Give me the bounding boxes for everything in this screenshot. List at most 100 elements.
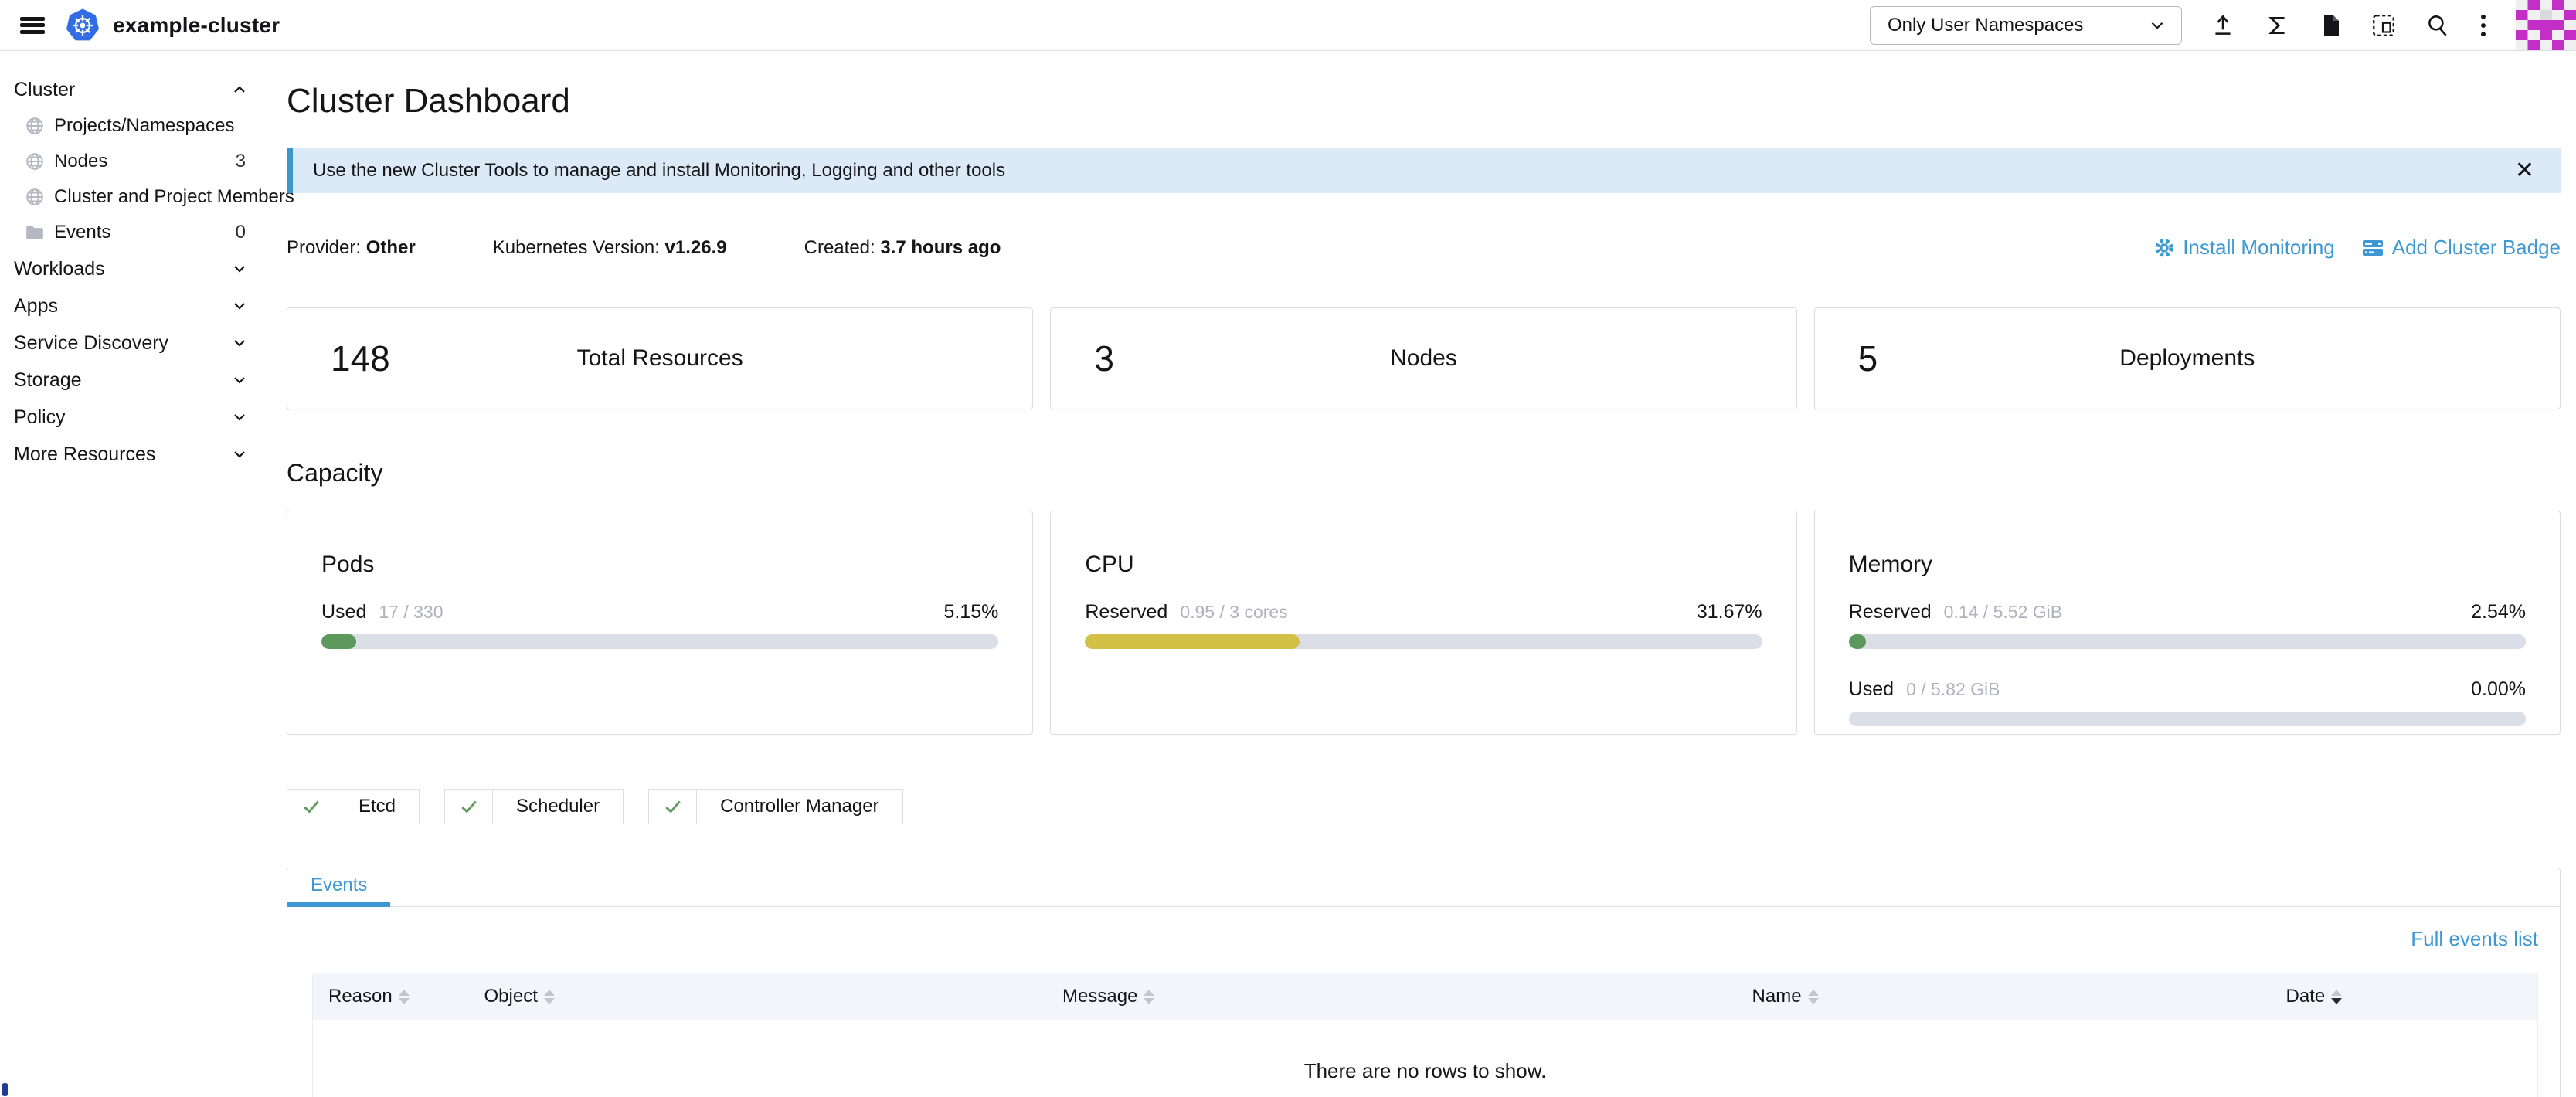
created-info: Created: 3.7 hours ago bbox=[804, 237, 1001, 259]
pods-used-detail: 17 / 330 bbox=[379, 602, 443, 623]
chevron-up-icon bbox=[230, 80, 249, 99]
globe-icon bbox=[25, 116, 45, 136]
sidebar-group-apps[interactable]: Apps bbox=[14, 287, 249, 324]
memory-used-detail: 0 / 5.82 GiB bbox=[1906, 679, 2000, 700]
chevron-down-icon bbox=[230, 297, 249, 315]
cluster-tools-banner: Use the new Cluster Tools to manage and … bbox=[287, 148, 2561, 193]
events-table: Reason Object Message Name bbox=[312, 973, 2538, 1097]
check-icon bbox=[459, 796, 479, 817]
sidebar-item-label: Events bbox=[54, 222, 236, 243]
controller-manager-label: Controller Manager bbox=[697, 790, 902, 824]
sidebar-group-label: Cluster bbox=[14, 79, 230, 101]
deployments-card: 5 Deployments bbox=[1814, 307, 2561, 409]
chevron-down-icon bbox=[230, 371, 249, 389]
sort-icon-active bbox=[2331, 990, 2342, 1004]
download-kubeconfig-icon[interactable] bbox=[2318, 12, 2343, 39]
chevron-down-icon bbox=[230, 408, 249, 426]
top-header: example-cluster Only User Namespaces bbox=[0, 0, 2576, 51]
kubectl-shell-icon[interactable] bbox=[2264, 12, 2290, 39]
memory-reserved-percent: 2.54% bbox=[2471, 601, 2526, 623]
kubernetes-version-info: Kubernetes Version: v1.26.9 bbox=[493, 237, 727, 259]
nodes-value: 3 bbox=[1094, 338, 1114, 379]
sidebar-group-more-resources[interactable]: More Resources bbox=[14, 436, 249, 473]
memory-used-label: Used bbox=[1849, 678, 1894, 701]
empty-state-text: There are no rows to show. bbox=[313, 1020, 2537, 1097]
column-header-name[interactable]: Name bbox=[1737, 973, 2271, 1020]
cpu-reserved-label: Reserved bbox=[1085, 601, 1167, 623]
total-resources-value: 148 bbox=[331, 338, 390, 379]
memory-reserved-label: Reserved bbox=[1849, 601, 1932, 623]
globe-icon bbox=[25, 151, 45, 172]
sort-icon bbox=[1808, 990, 1819, 1004]
folder-icon bbox=[25, 222, 45, 243]
add-cluster-badge-label: Add Cluster Badge bbox=[2392, 236, 2561, 260]
pods-used-label: Used bbox=[321, 601, 366, 623]
nodes-label: Nodes bbox=[1390, 345, 1457, 372]
capacity-heading: Capacity bbox=[287, 459, 2561, 487]
events-panel: Events Full events list Reason bbox=[287, 868, 2561, 1097]
close-icon[interactable]: ✕ bbox=[2509, 156, 2540, 185]
sidebar-group-workloads[interactable]: Workloads bbox=[14, 250, 249, 287]
chevron-down-icon bbox=[230, 334, 249, 352]
cluster-name-title: example-cluster bbox=[113, 13, 280, 38]
provider-info: Provider: Other bbox=[287, 237, 416, 259]
component-status-row: Etcd Scheduler Controller Manager bbox=[287, 789, 2561, 824]
total-resources-card: 148 Total Resources bbox=[287, 307, 1033, 409]
sidebar-item-events[interactable]: Events 0 bbox=[14, 215, 249, 250]
corner-indicator bbox=[2, 1083, 8, 1096]
sidebar-group-service-discovery[interactable]: Service Discovery bbox=[14, 324, 249, 362]
memory-used-percent: 0.00% bbox=[2471, 678, 2526, 701]
events-count-badge: 0 bbox=[236, 222, 249, 243]
sidebar-item-nodes[interactable]: Nodes 3 bbox=[14, 144, 249, 179]
sidebar-item-cluster-members[interactable]: Cluster and Project Members bbox=[14, 179, 249, 215]
column-header-message[interactable]: Message bbox=[1047, 973, 1736, 1020]
install-monitoring-label: Install Monitoring bbox=[2183, 236, 2335, 260]
nodes-card: 3 Nodes bbox=[1050, 307, 1796, 409]
events-table-header-row: Reason Object Message Name bbox=[313, 973, 2537, 1020]
events-tabbar: Events bbox=[287, 868, 2560, 907]
etcd-label: Etcd bbox=[335, 790, 419, 824]
kebab-menu-icon[interactable] bbox=[2479, 12, 2488, 39]
sidebar-item-label: Cluster and Project Members bbox=[54, 186, 294, 208]
sidebar-group-storage[interactable]: Storage bbox=[14, 362, 249, 399]
column-header-date[interactable]: Date bbox=[2270, 973, 2537, 1020]
full-events-list-link[interactable]: Full events list bbox=[2411, 927, 2538, 950]
sidebar-item-label: Nodes bbox=[54, 151, 236, 172]
sort-icon bbox=[544, 990, 555, 1004]
scheduler-label: Scheduler bbox=[493, 790, 623, 824]
install-monitoring-link[interactable]: Install Monitoring bbox=[2153, 236, 2335, 260]
sidebar-group-policy[interactable]: Policy bbox=[14, 399, 249, 436]
empty-state-row: There are no rows to show. bbox=[313, 1020, 2537, 1097]
hamburger-menu-icon[interactable] bbox=[17, 12, 48, 39]
sidebar-group-cluster[interactable]: Cluster bbox=[14, 71, 249, 108]
memory-reserved-progress-bar bbox=[1849, 634, 2526, 649]
column-header-reason[interactable]: Reason bbox=[313, 973, 469, 1020]
copy-kubeconfig-icon[interactable] bbox=[2370, 12, 2397, 39]
namespace-filter-select[interactable]: Only User Namespaces bbox=[1870, 6, 2182, 45]
gear-icon bbox=[2153, 237, 2175, 259]
chevron-down-icon bbox=[2147, 15, 2167, 36]
cpu-reserved-percent: 31.67% bbox=[1697, 601, 1762, 623]
check-icon bbox=[663, 796, 683, 817]
pods-progress-bar bbox=[321, 634, 998, 649]
column-header-object[interactable]: Object bbox=[469, 973, 1048, 1020]
glance-row: Provider: Other Kubernetes Version: v1.2… bbox=[287, 236, 2561, 260]
pods-title: Pods bbox=[321, 552, 998, 578]
stat-cards-row: 148 Total Resources 3 Nodes 5 Deployment… bbox=[287, 307, 2561, 409]
search-icon[interactable] bbox=[2425, 12, 2451, 39]
sidebar-group-label: Workloads bbox=[14, 258, 230, 280]
cpu-progress-fill bbox=[1085, 634, 1300, 649]
user-avatar[interactable] bbox=[2516, 0, 2576, 50]
memory-reserved-progress-fill bbox=[1849, 634, 1866, 649]
controller-manager-status-badge: Controller Manager bbox=[648, 789, 902, 824]
import-yaml-icon[interactable] bbox=[2210, 12, 2236, 39]
tab-events[interactable]: Events bbox=[287, 868, 390, 907]
pods-capacity-card: Pods Used 17 / 330 5.15% bbox=[287, 511, 1033, 735]
memory-reserved-detail: 0.14 / 5.52 GiB bbox=[1944, 602, 2062, 623]
sidebar-item-projects-namespaces[interactable]: Projects/Namespaces bbox=[14, 108, 249, 144]
sidebar-group-label: More Resources bbox=[14, 443, 230, 466]
globe-icon bbox=[25, 187, 45, 207]
add-cluster-badge-link[interactable]: Add Cluster Badge bbox=[2361, 236, 2561, 260]
sort-icon bbox=[399, 990, 410, 1004]
cpu-progress-bar bbox=[1085, 634, 1762, 649]
